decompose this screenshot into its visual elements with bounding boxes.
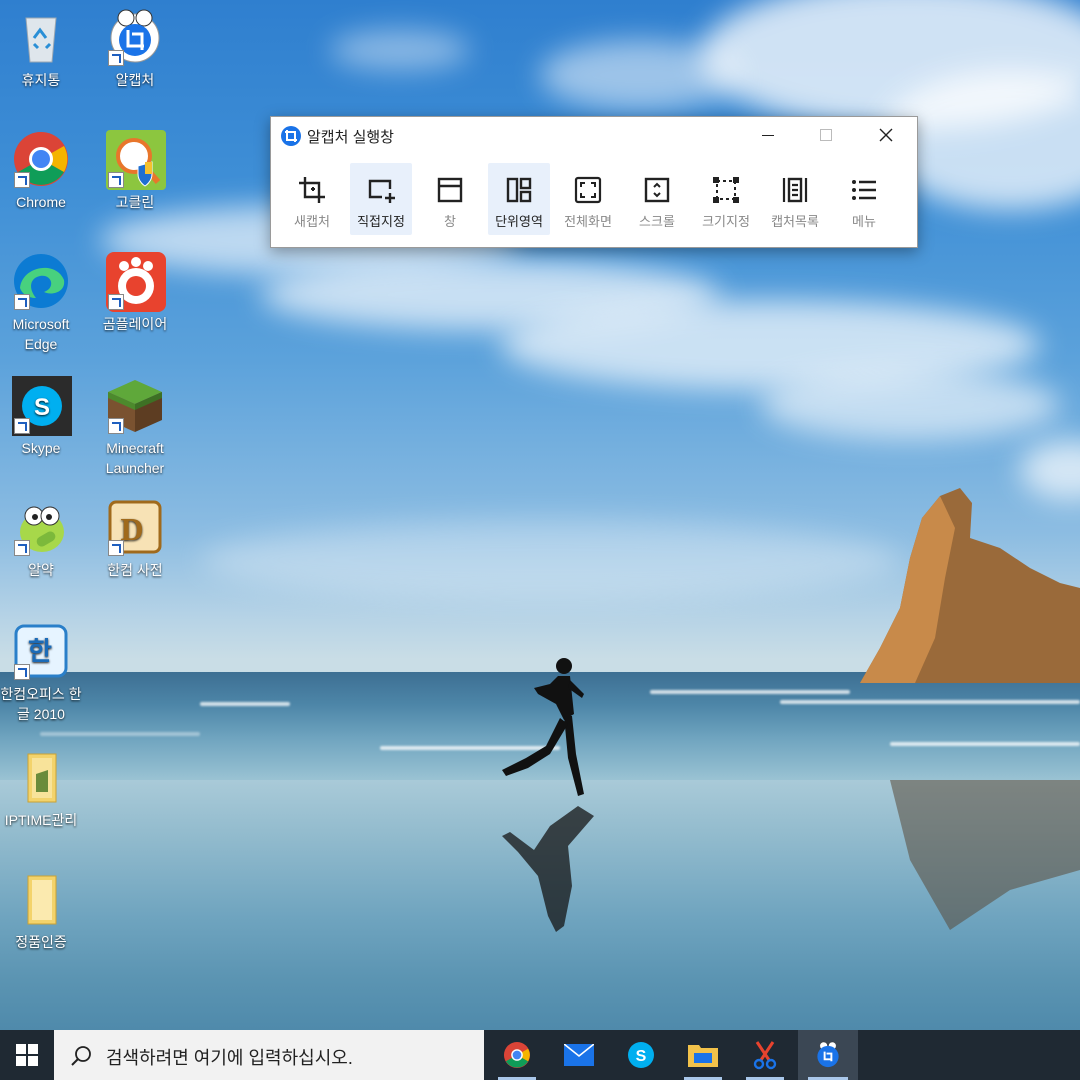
tool-label: 크기지정 [702, 214, 750, 229]
taskbar-file-explorer[interactable] [674, 1030, 732, 1080]
svg-text:한: 한 [28, 637, 52, 667]
svg-text:S: S [636, 1048, 647, 1065]
fixed-size-icon [713, 177, 739, 203]
search-placeholder: 검색하려면 여기에 입력하십시오. [106, 1048, 353, 1068]
capture-toolbar: 새캡처 직접지정 창 단위영역 전체화면 스크롤 크기지정 캡처목록 메뉴 [281, 163, 902, 237]
desktop-icon-iptime[interactable]: IPTIME관리 [0, 748, 84, 830]
desktop-icon-hancom-dictionary[interactable]: D 한컴 사전 [92, 498, 178, 580]
icon-label: 한컴오피스 한글 2010 [0, 686, 82, 722]
start-button[interactable] [0, 1030, 54, 1080]
alcapture-icon [817, 1041, 839, 1068]
chrome-icon [503, 1041, 531, 1069]
hancom-dictionary-icon: D [106, 498, 164, 556]
tool-fixed-size[interactable]: 크기지정 [695, 163, 757, 235]
minimize-button[interactable] [745, 117, 791, 153]
desktop-icon-alyac[interactable]: 알약 [0, 498, 84, 580]
tool-label: 캡처목록 [771, 214, 819, 229]
icon-label: 알캡처 [115, 72, 155, 88]
gomplayer-icon [106, 252, 166, 312]
icon-label: 휴지통 [21, 72, 61, 88]
file-explorer-icon [688, 1045, 718, 1067]
windows-icon [16, 1044, 38, 1066]
desktop-icon-chrome[interactable]: Chrome [0, 130, 84, 212]
taskbar-skype[interactable]: S [612, 1030, 670, 1080]
unit-region-icon [506, 177, 532, 203]
tool-label: 단위영역 [495, 214, 543, 229]
icon-label: IPTIME관리 [4, 812, 78, 828]
alyac-icon [12, 498, 70, 556]
icon-label: Minecraft Launcher [105, 440, 165, 476]
hangul-2010-icon: 한 [12, 622, 70, 680]
icon-label: 정품인증 [15, 934, 67, 950]
tool-window[interactable]: 창 [419, 163, 481, 235]
capture-window-titlebar[interactable]: 알캡처 실행창 [271, 117, 917, 155]
goclean-icon [106, 130, 166, 190]
icon-label: 알약 [28, 562, 54, 578]
taskbar-alcapture[interactable] [798, 1030, 858, 1080]
tool-label: 메뉴 [852, 214, 876, 229]
folder-icon [12, 870, 70, 928]
tool-menu[interactable]: 메뉴 [833, 163, 895, 235]
skype-icon: S [628, 1042, 654, 1068]
desktop-icon-hangul-2010[interactable]: 한 한컴오피스 한글 2010 [0, 622, 84, 724]
taskbar-search-box[interactable]: 검색하려면 여기에 입력하십시오. [54, 1030, 484, 1080]
desktop-icon-gomplayer[interactable]: 곰플레이어 [92, 252, 178, 334]
icon-label: 고클린 [115, 194, 155, 210]
menu-icon [852, 180, 876, 200]
capture-list-icon [782, 177, 808, 203]
alcapture-icon [106, 8, 164, 66]
taskbar-chrome[interactable] [488, 1030, 546, 1080]
tool-label: 스크롤 [639, 214, 675, 229]
scroll-icon [644, 177, 670, 203]
capture-window-title: 알캡처 실행창 [307, 129, 394, 146]
tool-new-capture[interactable]: 새캡처 [281, 163, 343, 235]
folder-icon [12, 748, 70, 806]
tool-label: 전체화면 [564, 214, 612, 229]
tool-select-region[interactable]: 직접지정 [350, 163, 412, 235]
maximize-icon [820, 129, 832, 141]
taskbar: 검색하려면 여기에 입력하십시오. S [0, 1030, 1080, 1080]
svg-text:S: S [34, 394, 50, 421]
select-region-icon [368, 179, 395, 203]
tool-label: 직접지정 [357, 214, 405, 229]
tool-scroll[interactable]: 스크롤 [626, 163, 688, 235]
taskbar-mail[interactable] [550, 1030, 608, 1080]
icon-label: Skype [21, 440, 61, 456]
tool-label: 새캡처 [294, 214, 330, 229]
tool-unit-region[interactable]: 단위영역 [488, 163, 550, 235]
desktop-icon-genuine[interactable]: 정품인증 [0, 870, 84, 952]
minimize-icon [762, 134, 774, 136]
icon-label: 곰플레이어 [102, 316, 168, 332]
search-icon [71, 1046, 91, 1066]
desktop-icon-edge[interactable]: Microsoft Edge [0, 252, 84, 354]
crop-icon [299, 177, 325, 203]
tool-fullscreen[interactable]: 전체화면 [557, 163, 619, 235]
snipping-tool-icon [753, 1041, 777, 1070]
tool-capture-list[interactable]: 캡처목록 [764, 163, 826, 235]
taskbar-snipping-tool[interactable] [736, 1030, 794, 1080]
maximize-button[interactable] [803, 117, 849, 153]
desktop-icon-minecraft[interactable]: Minecraft Launcher [92, 376, 178, 478]
recycle-bin-icon [12, 8, 70, 66]
skype-icon: S [12, 376, 72, 436]
alcapture-icon [281, 126, 301, 146]
desktop-icon-recycle-bin[interactable]: 휴지통 [0, 8, 84, 90]
desktop-icon-alcapture[interactable]: 알캡처 [92, 8, 178, 90]
chrome-icon [12, 130, 70, 188]
icon-label: Chrome [16, 194, 66, 210]
close-icon [879, 128, 893, 142]
fullscreen-icon [574, 176, 602, 204]
window-icon [437, 177, 463, 203]
desktop-icon-goclean[interactable]: 고클린 [92, 130, 178, 212]
desktop-icon-skype[interactable]: S Skype [0, 376, 84, 458]
edge-icon [12, 252, 70, 310]
icon-label: 한컴 사전 [107, 562, 163, 578]
tool-label: 창 [444, 214, 456, 229]
minecraft-icon [106, 376, 164, 434]
close-button[interactable] [863, 117, 909, 153]
mail-icon [564, 1044, 594, 1066]
icon-label: Microsoft Edge [12, 316, 70, 352]
capture-window: 알캡처 실행창 새캡처 직접지정 창 단위영역 전체화면 스크롤 크기지정 캡처… [270, 116, 918, 248]
